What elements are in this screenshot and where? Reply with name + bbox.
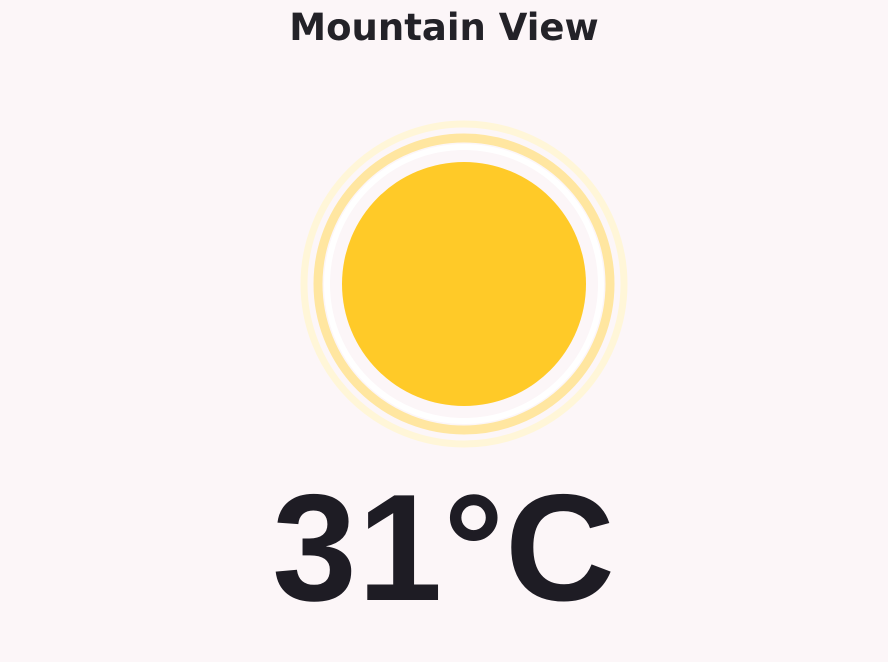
temperature-value: 31°C (272, 463, 616, 633)
location-title: Mountain View (289, 6, 599, 49)
weather-screen: Mountain View 31°C (0, 0, 888, 662)
sun-icon (296, 116, 632, 452)
